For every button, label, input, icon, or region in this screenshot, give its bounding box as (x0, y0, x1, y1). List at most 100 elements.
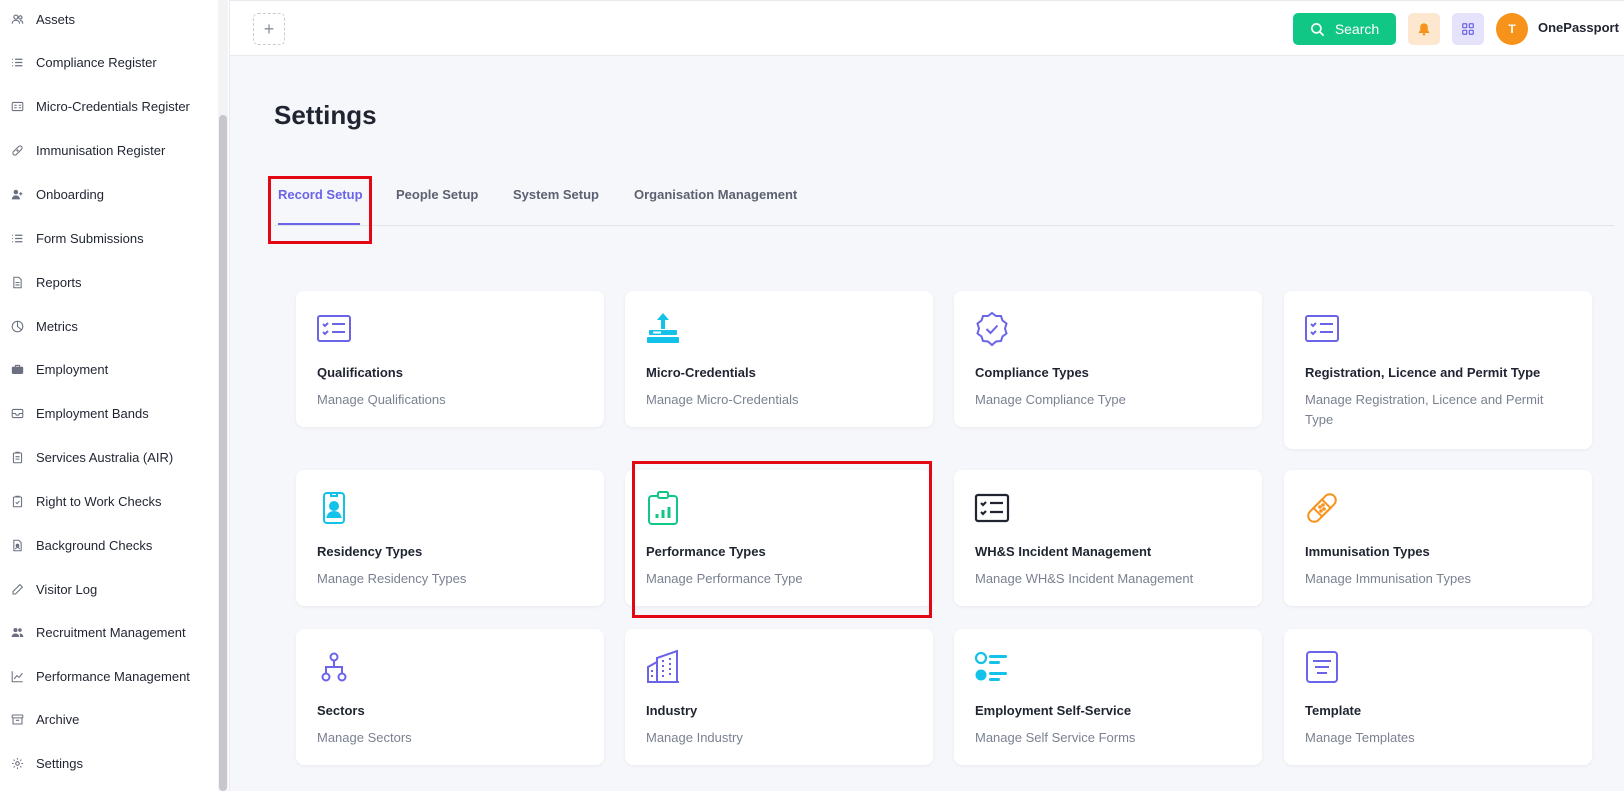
card-description: Manage WH&S Incident Management (975, 571, 1194, 586)
sidebar-item-label: Employment Bands (36, 405, 149, 421)
sidebar-item-services-australia[interactable]: Services Australia (AIR) (0, 442, 215, 472)
card-description: Manage Templates (1305, 730, 1415, 745)
sidebar-item-performance-management[interactable]: Performance Management (0, 661, 215, 691)
apps-button[interactable] (1452, 13, 1484, 45)
avatar[interactable]: T (1496, 13, 1528, 45)
card-description: Manage Qualifications (317, 392, 446, 407)
sidebar-item-label: Compliance Register (36, 54, 157, 70)
tab-organisation-management[interactable]: Organisation Management (634, 187, 797, 202)
template-icon (1304, 649, 1340, 685)
file-user-icon (10, 538, 24, 552)
org-name[interactable]: OnePassport (1538, 20, 1619, 35)
card-description: Manage Compliance Type (975, 392, 1126, 407)
card-description: Manage Residency Types (317, 571, 467, 586)
id-badge-icon (316, 490, 352, 526)
sidebar-item-employment[interactable]: Employment (0, 354, 215, 384)
sidebar-item-micro-credentials-register[interactable]: Micro-Credentials Register (0, 91, 215, 121)
sidebar-item-assets[interactable]: Assets (0, 4, 215, 34)
card-performance-types[interactable]: Performance Types Manage Performance Typ… (625, 470, 933, 606)
card-title: Sectors (317, 703, 365, 718)
notifications-button[interactable] (1408, 13, 1440, 45)
archive-icon (10, 712, 24, 726)
sidebar-item-recruitment-management[interactable]: Recruitment Management (0, 617, 215, 647)
upload-box-icon (645, 311, 681, 347)
search-icon (1310, 22, 1325, 37)
sidebar-item-form-submissions[interactable]: Form Submissions (0, 223, 215, 253)
sidebar-item-settings[interactable]: Settings (0, 748, 215, 778)
add-button[interactable]: + (253, 13, 285, 45)
sidebar-item-immunisation-register[interactable]: Immunisation Register (0, 135, 215, 165)
card-title: Template (1305, 703, 1362, 718)
card-whs-incident-management[interactable]: WH&S Incident Management Manage WH&S Inc… (954, 470, 1262, 606)
sidebar-item-label: Performance Management (36, 668, 190, 684)
buildings-icon (645, 649, 681, 685)
sidebar-item-visitor-log[interactable]: Visitor Log (0, 574, 215, 604)
sidebar-item-metrics[interactable]: Metrics (0, 311, 215, 341)
sidebar-item-label: Visitor Log (36, 581, 98, 597)
sidebar-item-right-to-work-checks[interactable]: Right to Work Checks (0, 486, 215, 516)
checklist-icon (1304, 311, 1340, 347)
card-title: Residency Types (317, 544, 423, 559)
page-title: Settings (274, 100, 377, 130)
card-employment-self-service[interactable]: Employment Self-Service Manage Self Serv… (954, 629, 1262, 765)
sidebar-item-reports[interactable]: Reports (0, 267, 215, 297)
card-qualifications[interactable]: Qualifications Manage Qualifications (296, 291, 604, 427)
sidebar-item-employment-bands[interactable]: Employment Bands (0, 398, 215, 428)
sidebar-item-label: Immunisation Register (36, 142, 166, 158)
sidebar-item-label: Metrics (36, 318, 78, 334)
sidebar-item-archive[interactable]: Archive (0, 704, 215, 734)
sidebar-scrollbar-thumb[interactable] (219, 115, 227, 791)
card-title: Immunisation Types (1305, 544, 1430, 559)
card-title: WH&S Incident Management (975, 544, 1152, 559)
card-compliance-types[interactable]: Compliance Types Manage Compliance Type (954, 291, 1262, 427)
card-sectors[interactable]: Sectors Manage Sectors (296, 629, 604, 765)
people-icon (10, 625, 24, 639)
sidebar-item-label: Micro-Credentials Register (36, 98, 190, 114)
hierarchy-icon (316, 649, 352, 685)
sidebar-item-onboarding[interactable]: Onboarding (0, 179, 215, 209)
gear-icon (10, 756, 24, 770)
top-bar: + Search T OnePassport (230, 0, 1624, 56)
card-title: Qualifications (317, 365, 403, 380)
clipboard-icon (10, 450, 24, 464)
card-immunisation-types[interactable]: Immunisation Types Manage Immunisation T… (1284, 470, 1592, 606)
sidebar-item-label: Form Submissions (36, 230, 144, 246)
list-icon (10, 55, 24, 69)
sidebar-item-background-checks[interactable]: Background Checks (0, 530, 215, 560)
card-registration-licence-permit-type[interactable]: Registration, Licence and Permit Type Ma… (1284, 291, 1592, 449)
sidebar-item-label: Onboarding (36, 186, 104, 202)
card-description: Manage Micro-Credentials (646, 392, 799, 407)
card-residency-types[interactable]: Residency Types Manage Residency Types (296, 470, 604, 606)
grid-icon (1461, 22, 1475, 36)
card-title: Registration, Licence and Permit Type (1305, 365, 1541, 380)
sidebar-item-label: Reports (36, 274, 82, 290)
card-description: Manage Immunisation Types (1305, 571, 1471, 586)
users-icon (10, 12, 24, 26)
sidebar-item-label: Recruitment Management (36, 624, 186, 640)
briefcase-icon (10, 362, 24, 376)
card-description: Manage Industry (646, 730, 743, 745)
sidebar-item-compliance-register[interactable]: Compliance Register (0, 47, 215, 77)
card-title: Micro-Credentials (646, 365, 756, 380)
card-template[interactable]: Template Manage Templates (1284, 629, 1592, 765)
search-button-label: Search (1334, 21, 1380, 37)
card-industry[interactable]: Industry Manage Industry (625, 629, 933, 765)
card-description: Manage Sectors (317, 730, 412, 745)
card-title: Industry (646, 703, 698, 718)
tab-record-setup[interactable]: Record Setup (278, 187, 363, 202)
card-description: Manage Registration, Licence and Permit … (1305, 392, 1544, 427)
card-micro-credentials[interactable]: Micro-Credentials Manage Micro-Credentia… (625, 291, 933, 427)
sidebar-item-label: Archive (36, 711, 80, 727)
sidebar-item-label: Right to Work Checks (36, 493, 162, 509)
search-button[interactable]: Search (1293, 13, 1396, 45)
bandage-icon (10, 143, 24, 157)
card-description: Manage Self Service Forms (975, 730, 1136, 745)
tab-people-setup[interactable]: People Setup (396, 187, 478, 202)
tab-system-setup[interactable]: System Setup (513, 187, 599, 202)
card-title: Compliance Types (975, 365, 1089, 380)
card-title: Performance Types (646, 544, 766, 559)
toggle-list-icon (974, 649, 1010, 685)
user-plus-icon (10, 187, 24, 201)
sidebar-item-label: Settings (36, 755, 83, 771)
bell-icon (1417, 22, 1431, 36)
